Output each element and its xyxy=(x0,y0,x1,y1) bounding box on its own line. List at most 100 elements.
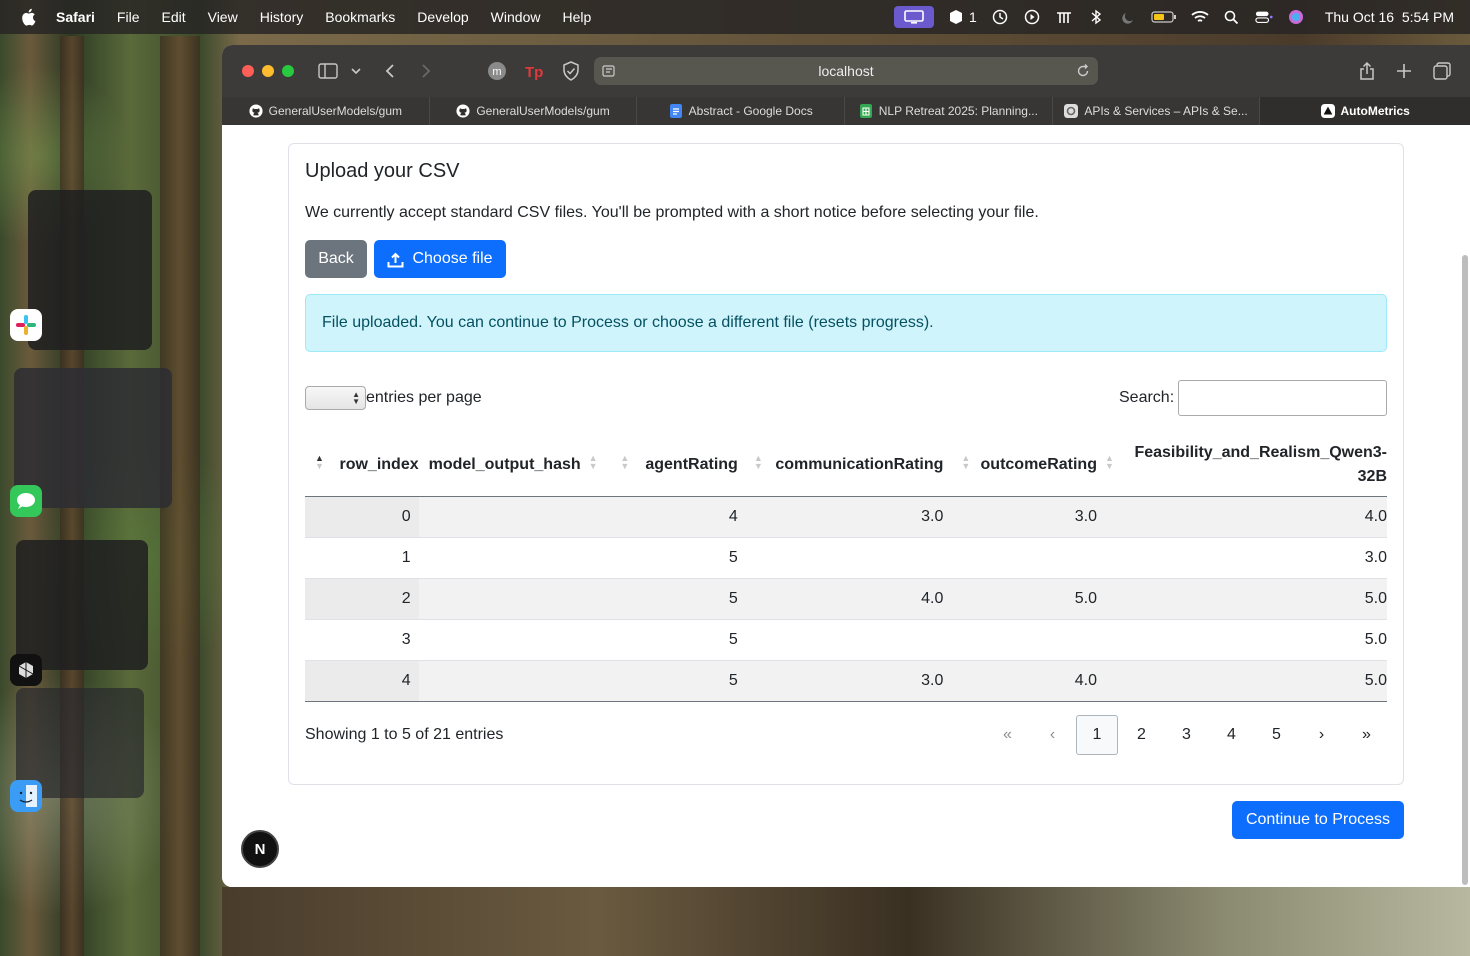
menu-develop[interactable]: Develop xyxy=(417,9,468,25)
tp-extension-icon[interactable]: Tp xyxy=(524,61,544,81)
search-input[interactable] xyxy=(1178,380,1387,416)
sort-asc-icon: ▲ ▼ xyxy=(315,453,324,471)
play-icon[interactable] xyxy=(1023,9,1041,25)
cell-outcome-rating xyxy=(943,619,1097,661)
tab-label: NLP Retreat 2025: Planning... xyxy=(878,104,1038,118)
page-button-4[interactable]: 4 xyxy=(1209,715,1254,755)
address-bar[interactable]: localhost xyxy=(594,57,1098,85)
tab-github-gum-1[interactable]: GeneralUserModels/gum xyxy=(222,97,430,125)
wifi-icon[interactable] xyxy=(1191,9,1209,25)
menu-view[interactable]: View xyxy=(208,9,238,25)
menu-app-name[interactable]: Safari xyxy=(56,9,95,25)
wallpaper-ground xyxy=(222,887,1470,956)
previous-page-button[interactable]: ‹ xyxy=(1030,715,1075,755)
table-header-row: ▲ ▼ row_index model_output_hash ▲ ▼ ▲ ▼ age… xyxy=(305,434,1387,497)
continue-label: Continue to Process xyxy=(1245,811,1391,828)
column-header-row-index[interactable]: ▲ ▼ row_index xyxy=(305,434,419,497)
page-button-3[interactable]: 3 xyxy=(1164,715,1209,755)
apple-logo-icon[interactable] xyxy=(20,8,36,26)
page-button-1[interactable]: 1 xyxy=(1076,715,1118,755)
table-row: 3 5 5.0 xyxy=(305,619,1387,661)
minimize-window-button[interactable] xyxy=(262,65,274,77)
column-header-model-output-hash[interactable]: model_output_hash ▲ ▼ xyxy=(418,434,599,497)
continue-to-process-button[interactable]: Continue to Process xyxy=(1232,801,1404,839)
tab-google-cloud[interactable]: APIs & Services – APIs & Se... xyxy=(1052,97,1261,125)
page-button-5[interactable]: 5 xyxy=(1254,715,1299,755)
package-status[interactable]: 1 xyxy=(948,9,977,25)
entries-per-page-select[interactable]: ▲ ▼ xyxy=(305,386,366,410)
page-menu-icon[interactable] xyxy=(602,64,616,78)
github-icon xyxy=(456,104,470,118)
sidebar-toggle-icon[interactable] xyxy=(318,61,338,81)
zoom-window-button[interactable] xyxy=(282,65,294,77)
package-count: 1 xyxy=(969,9,977,25)
macos-menu-bar: Safari File Edit View History Bookmarks … xyxy=(0,0,1470,34)
menu-window[interactable]: Window xyxy=(491,9,541,25)
tab-google-docs[interactable]: Abstract - Google Docs xyxy=(637,97,846,125)
stage-manager-window[interactable] xyxy=(28,190,152,350)
column-header-outcome-rating[interactable]: ▲ ▼ outcomeRating xyxy=(943,434,1097,497)
network-tools-icon[interactable] xyxy=(1055,9,1073,25)
sort-icon: ▲ ▼ xyxy=(588,453,598,471)
menu-edit[interactable]: Edit xyxy=(161,9,185,25)
back-arrow-icon[interactable] xyxy=(380,61,400,81)
new-tab-plus-icon[interactable] xyxy=(1394,61,1414,81)
alert-text: File uploaded. You can continue to Proce… xyxy=(322,314,934,331)
page-scrollbar[interactable] xyxy=(1462,255,1468,885)
cell-row-index: 1 xyxy=(305,537,419,579)
chevron-down-icon[interactable] xyxy=(346,61,366,81)
menu-file[interactable]: File xyxy=(117,9,140,25)
cell-communication-rating: 4.0 xyxy=(737,578,944,620)
menu-clock[interactable]: Thu Oct 16 5:54 PM xyxy=(1325,9,1454,25)
cell-communication-rating: 3.0 xyxy=(737,660,944,702)
close-window-button[interactable] xyxy=(242,65,254,77)
sort-icon: ▲ ▼ xyxy=(961,453,971,471)
slack-icon[interactable] xyxy=(10,309,42,341)
page-button-2[interactable]: 2 xyxy=(1119,715,1164,755)
stage-manager-window[interactable] xyxy=(16,540,148,670)
share-icon[interactable] xyxy=(1357,61,1377,81)
profile-extension-icon[interactable]: m xyxy=(487,61,507,81)
finder-icon[interactable] xyxy=(10,780,42,812)
control-center-icon[interactable] xyxy=(1255,9,1273,25)
last-page-button[interactable]: » xyxy=(1344,715,1389,755)
first-page-button[interactable]: « xyxy=(985,715,1030,755)
column-header-feasibility-realism[interactable]: ▲ ▼ Feasibility_and_Realism_Qwen3-32B xyxy=(1096,434,1387,497)
next-page-button[interactable]: › xyxy=(1299,715,1344,755)
cell-outcome-rating xyxy=(943,537,1097,579)
nextjs-dev-badge[interactable]: N xyxy=(241,830,279,868)
cell-model-output-hash xyxy=(418,537,599,579)
cursor-app-icon[interactable] xyxy=(10,654,42,686)
tab-github-gum-2[interactable]: GeneralUserModels/gum xyxy=(429,97,638,125)
column-header-agent-rating[interactable]: ▲ ▼ agentRating xyxy=(598,434,738,497)
cell-row-index: 4 xyxy=(305,660,419,702)
screen-share-icon[interactable] xyxy=(894,6,935,28)
messages-icon[interactable] xyxy=(10,485,42,517)
shield-icon[interactable] xyxy=(561,61,581,81)
tab-google-sheets[interactable]: NLP Retreat 2025: Planning... xyxy=(845,97,1053,125)
menu-bookmarks[interactable]: Bookmarks xyxy=(325,9,395,25)
tab-overview-icon[interactable] xyxy=(1432,61,1452,81)
battery-icon[interactable] xyxy=(1151,9,1177,25)
svg-text:m: m xyxy=(492,66,501,78)
reload-icon[interactable] xyxy=(1076,64,1090,78)
siri-icon[interactable] xyxy=(1287,9,1305,25)
cell-feasibility-realism: 4.0 xyxy=(1096,496,1387,538)
table-row: 4 5 3.0 4.0 5.0 xyxy=(305,660,1387,702)
cell-model-output-hash xyxy=(418,496,599,538)
cell-outcome-rating: 3.0 xyxy=(943,496,1097,538)
forward-arrow-icon[interactable] xyxy=(416,61,436,81)
column-header-communication-rating[interactable]: ▲ ▼ communicationRating xyxy=(737,434,944,497)
cell-communication-rating: 3.0 xyxy=(737,496,944,538)
tab-autometrics[interactable]: AutoMetrics xyxy=(1260,97,1470,125)
time-machine-icon[interactable] xyxy=(991,9,1009,25)
upload-icon xyxy=(387,252,404,267)
back-button[interactable]: Back xyxy=(305,240,367,278)
moon-icon[interactable] xyxy=(1119,9,1137,25)
bluetooth-icon[interactable] xyxy=(1087,9,1105,25)
badge-letter: N xyxy=(254,840,266,858)
menu-help[interactable]: Help xyxy=(562,9,591,25)
choose-file-button[interactable]: Choose file xyxy=(374,240,506,278)
spotlight-search-icon[interactable] xyxy=(1223,9,1241,25)
menu-history[interactable]: History xyxy=(260,9,304,25)
